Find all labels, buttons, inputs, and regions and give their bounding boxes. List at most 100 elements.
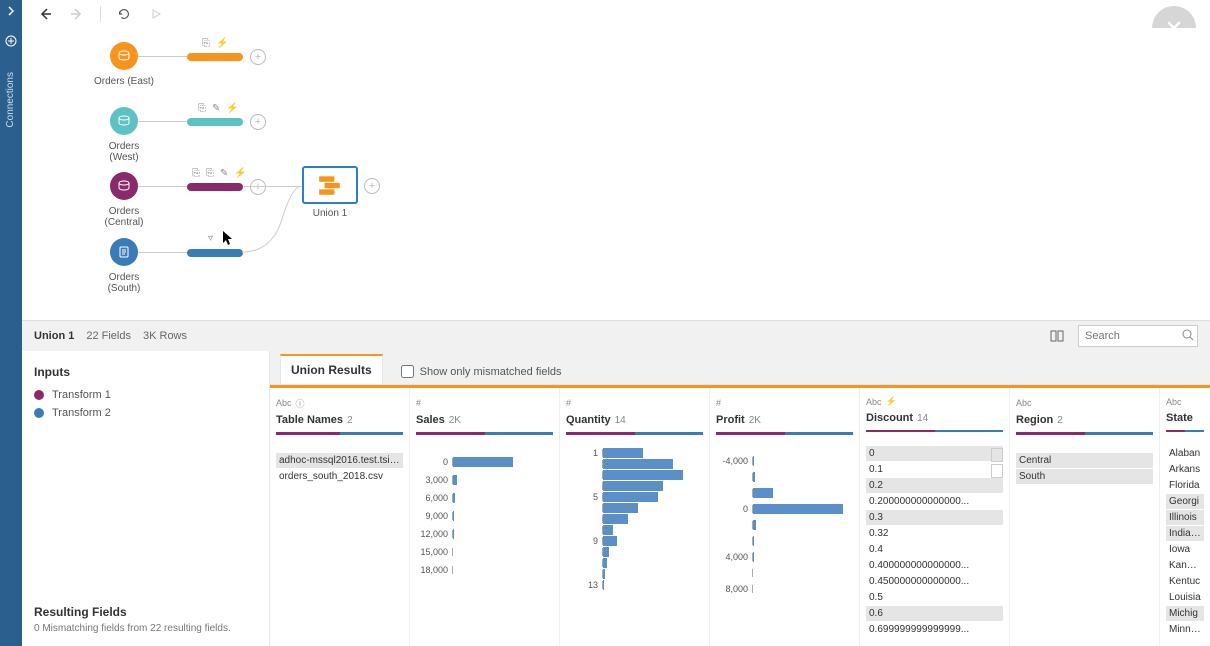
rows-count: 3K Rows — [143, 330, 187, 342]
input-dot — [34, 390, 44, 400]
node-orders-south[interactable]: Orders (South) — [94, 238, 154, 294]
rail-toggle[interactable] — [0, 0, 22, 22]
value-item[interactable]: Georgi — [1166, 494, 1204, 509]
value-item[interactable]: 0.6 — [866, 606, 1003, 621]
step-central[interactable] — [187, 183, 243, 191]
hist-row — [566, 524, 703, 535]
value-item[interactable]: 0.4 — [866, 542, 1003, 557]
value-item[interactable]: Indiana — [1166, 526, 1204, 541]
search-input[interactable] — [1078, 325, 1198, 347]
type-icon: # — [566, 396, 703, 410]
value-item[interactable]: 0.1 — [866, 462, 1003, 477]
value-item[interactable]: 0.32 — [866, 526, 1003, 541]
hist-row — [566, 557, 703, 568]
value-item[interactable]: 0.400000000000000... — [866, 558, 1003, 573]
value-item[interactable]: Illinois — [1166, 510, 1204, 525]
profile-table-names[interactable]: Abc ⓘ Table Names2 adhoc-mssql2016.test.… — [270, 388, 410, 646]
profile-profit[interactable]: # Profit2K -4,00004,0008,000 — [710, 388, 860, 646]
union-label: Union 1 — [302, 208, 358, 219]
hist-row — [716, 533, 853, 549]
mismatch-input[interactable] — [401, 365, 414, 378]
value-item[interactable]: 0.699999999999999... — [866, 622, 1003, 637]
value-item[interactable]: Michig — [1166, 606, 1204, 621]
hist-row: 6,000 — [416, 489, 553, 507]
value-item[interactable]: 0.200000000000000... — [866, 494, 1003, 509]
hist-row — [566, 513, 703, 524]
node-label: Orders (Central) — [94, 206, 154, 228]
input-dot — [34, 408, 44, 418]
value-item[interactable]: Iowa — [1166, 542, 1204, 557]
value-item[interactable]: 0.2 — [866, 478, 1003, 493]
profile-state[interactable]: Abc State AlabanArkansFloridaGeorgiIllin… — [1160, 388, 1210, 646]
node-orders-east[interactable]: Orders (East) — [94, 42, 154, 87]
add-step-union[interactable]: + — [364, 178, 380, 194]
flow-canvas[interactable]: Orders (East) ⎘⚡ + Orders (West) ⎘✎⚡ + O… — [22, 28, 1210, 320]
hist-row: 3,000 — [416, 471, 553, 489]
step-icons-east: ⎘⚡ — [202, 38, 226, 49]
hist-row: 5 — [566, 491, 703, 502]
node-orders-central[interactable]: Orders (Central) — [94, 172, 154, 228]
value-item[interactable]: Alaban — [1166, 446, 1204, 461]
step-west[interactable] — [187, 118, 243, 126]
profile-quantity[interactable]: # Quantity14 15913 — [560, 388, 710, 646]
value-item[interactable]: Central — [1016, 453, 1153, 468]
fields-count: 22 Fields — [86, 330, 131, 342]
value-item[interactable]: Louisia — [1166, 590, 1204, 605]
run-button[interactable] — [147, 5, 165, 23]
input-row[interactable]: Transform 1 — [34, 389, 257, 401]
profile-region[interactable]: Abc Region2 Central South — [1010, 388, 1160, 646]
tab-union-results[interactable]: Union Results — [280, 354, 383, 384]
value-item[interactable]: adhoc-mssql2016.test.tsi.l... — [276, 453, 403, 468]
value-item[interactable]: 0 — [866, 446, 1003, 461]
hist-row — [716, 469, 853, 485]
union-node[interactable] — [302, 166, 358, 204]
hist-row — [566, 568, 703, 579]
back-button[interactable] — [36, 5, 54, 23]
value-item[interactable]: Arkans — [1166, 462, 1204, 477]
hist-row — [566, 480, 703, 491]
connector — [138, 56, 188, 57]
value-item[interactable]: Kentuc — [1166, 574, 1204, 589]
hist-row — [566, 469, 703, 480]
refresh-button[interactable] — [115, 5, 133, 23]
inputs-title: Inputs — [34, 365, 257, 379]
node-label: Orders (West) — [94, 141, 154, 163]
profile-sales[interactable]: # Sales2K 03,0006,0009,00012,00015,00018… — [410, 388, 560, 646]
step-icons-south: ▿ — [208, 233, 218, 244]
search-icon — [1182, 329, 1194, 341]
add-connection-button[interactable] — [0, 30, 22, 52]
inputs-pane: Inputs Transform 1 Transform 2 Resulting… — [22, 351, 270, 646]
value-item[interactable]: orders_south_2018.csv — [276, 469, 403, 484]
value-item[interactable]: South — [1016, 469, 1153, 484]
hist-row: 0 — [416, 453, 553, 471]
node-orders-west[interactable]: Orders (West) — [94, 107, 154, 163]
recommend-icon[interactable] — [991, 448, 1003, 462]
value-item[interactable]: 0.3 — [866, 510, 1003, 525]
type-icon: Abc — [1016, 396, 1153, 410]
sidebar-rail: Connections — [0, 0, 22, 646]
add-step-west[interactable]: + — [250, 114, 266, 130]
hist-row: 8,000 — [716, 581, 853, 597]
input-row[interactable]: Transform 2 — [34, 407, 257, 419]
search-box — [1078, 325, 1198, 347]
hist-row: 12,000 — [416, 525, 553, 543]
step-south[interactable] — [187, 249, 243, 257]
type-icon: # — [716, 396, 853, 410]
recommend-icon[interactable] — [991, 464, 1003, 478]
value-item[interactable]: Kansas — [1166, 558, 1204, 573]
forward-button[interactable] — [68, 5, 86, 23]
value-item[interactable]: Minnes — [1166, 622, 1204, 637]
profile-view-button[interactable] — [1048, 327, 1066, 345]
hist-row: 15,000 — [416, 543, 553, 561]
mismatch-checkbox[interactable]: Show only mismatched fields — [401, 365, 562, 384]
value-item[interactable]: 0.450000000000000... — [866, 574, 1003, 589]
hist-row: 4,000 — [716, 549, 853, 565]
results-tabs: Union Results Show only mismatched field… — [270, 351, 1210, 385]
node-label: Orders (South) — [94, 272, 154, 294]
value-item[interactable]: Florida — [1166, 478, 1204, 493]
step-east[interactable] — [187, 53, 243, 61]
add-step-east[interactable]: + — [250, 49, 266, 65]
value-item[interactable]: 0.5 — [866, 590, 1003, 605]
field-name: State — [1166, 412, 1204, 424]
profile-discount[interactable]: Abc ⚡ Discount14 00.10.20.20000000000000… — [860, 388, 1010, 646]
